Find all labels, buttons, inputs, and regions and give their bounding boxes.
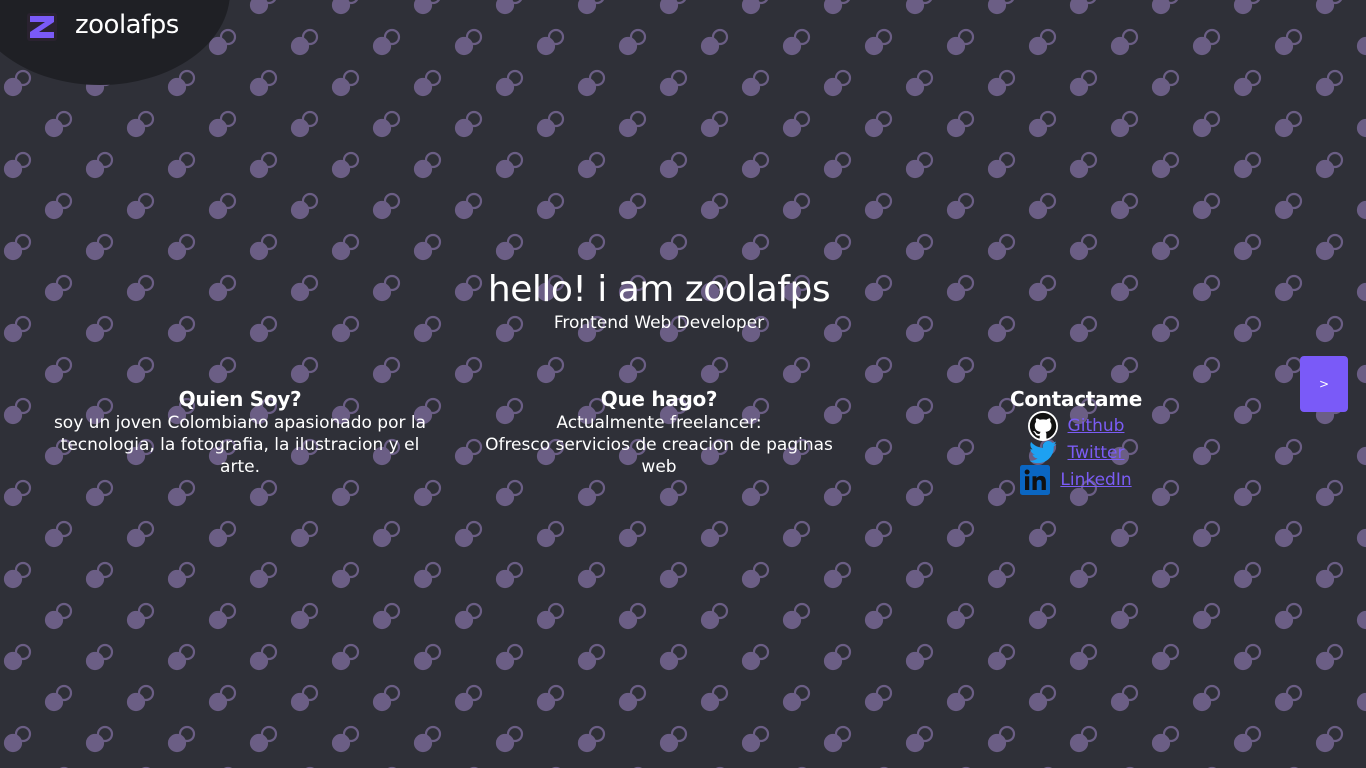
zoolafps-logo-icon[interactable]: [27, 13, 57, 41]
next-button[interactable]: >: [1300, 356, 1348, 412]
services-line-1: Actualmente freelancer:: [556, 413, 762, 433]
linkedin-link[interactable]: LinkedIn: [1060, 470, 1131, 490]
contact-heading: Contactame: [1009, 387, 1143, 411]
about-text: soy un joven Colombiano apasionado por l…: [53, 413, 427, 477]
contact-section: Contactame Github Twitter LinkedIn: [976, 386, 1176, 495]
about-section: Quien Soy? soy un joven Colombiano apasi…: [40, 386, 440, 478]
about-heading: Quien Soy?: [178, 387, 302, 411]
hero: hello! i am zoolafps Frontend Web Develo…: [0, 268, 1318, 334]
background-pattern: [0, 0, 1366, 768]
contact-list: Github Twitter LinkedIn: [976, 410, 1176, 495]
contact-item-twitter: Twitter: [976, 439, 1176, 466]
twitter-link[interactable]: Twitter: [1068, 443, 1125, 463]
twitter-icon[interactable]: [1028, 438, 1058, 468]
services-section: Que hago? Actualmente freelancer: Ofresc…: [470, 386, 848, 478]
hero-subtitle: Frontend Web Developer: [553, 313, 765, 333]
hero-title: hello! i am zoolafps: [487, 269, 831, 310]
contact-item-github: Github: [976, 410, 1176, 441]
github-link[interactable]: Github: [1068, 416, 1125, 436]
brand-name[interactable]: zoolafps: [75, 10, 179, 40]
services-line-2: Ofresco servicios de creacion de paginas…: [485, 435, 833, 477]
contact-item-linkedin: LinkedIn: [976, 464, 1176, 495]
linkedin-icon[interactable]: [1020, 464, 1051, 495]
services-heading: Que hago?: [600, 387, 718, 411]
github-icon[interactable]: [1027, 410, 1058, 441]
